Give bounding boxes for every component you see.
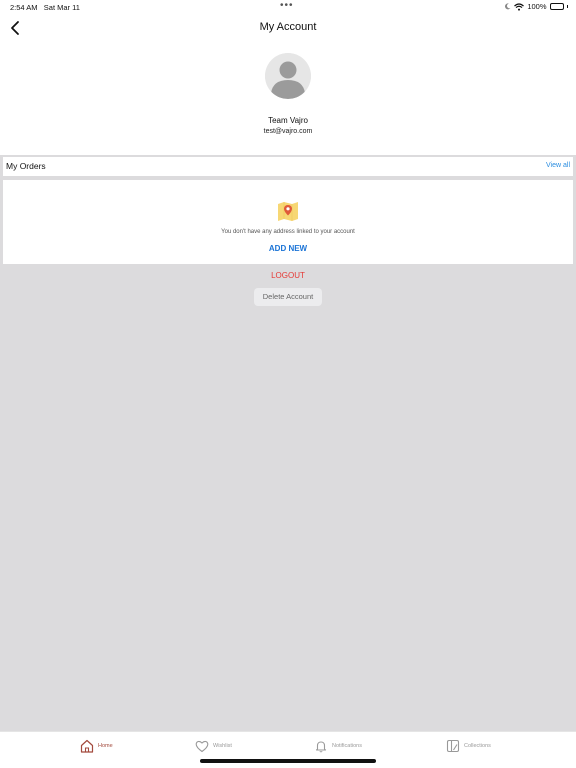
status-date: Sat Mar 11: [43, 3, 80, 12]
address-card: You don't have any address linked to you…: [3, 180, 573, 264]
avatar: [265, 53, 311, 99]
tab-wishlist[interactable]: Wishlist: [195, 739, 232, 753]
battery-percent: 100%: [527, 2, 547, 11]
user-email: test@vajro.com: [263, 128, 313, 135]
heart-icon: [195, 740, 209, 753]
no-address-message: You don't have any address linked to you…: [221, 229, 355, 235]
my-orders-title: My Orders: [6, 161, 46, 171]
user-icon: [265, 53, 311, 99]
battery-icon: [549, 3, 564, 10]
tab-label-home: Home: [98, 743, 113, 749]
bell-icon: [315, 741, 327, 753]
logout-button[interactable]: LOGOUT: [0, 271, 576, 280]
status-time: 2:54 AM Sat Mar 11: [10, 3, 80, 12]
home-indicator[interactable]: [200, 759, 376, 763]
multitask-dots[interactable]: •••: [280, 0, 294, 11]
tab-label-wishlist: Wishlist: [213, 743, 232, 749]
tab-home[interactable]: Home: [80, 739, 113, 753]
navigation-bar: My Account: [0, 14, 576, 42]
wifi-icon: [514, 2, 525, 11]
delete-account-button[interactable]: Delete Account: [254, 288, 322, 306]
page-title: My Account: [259, 21, 317, 33]
moon-icon: [505, 3, 511, 10]
view-all-link[interactable]: View all: [546, 162, 570, 169]
tab-label-collections: Collections: [464, 743, 491, 749]
tab-notifications[interactable]: Notifications: [314, 739, 362, 753]
map-pin-icon: [278, 202, 298, 221]
tab-collections[interactable]: Collections: [446, 739, 491, 753]
status-indicators: 100%: [505, 2, 568, 11]
add-new-address-button[interactable]: ADD NEW: [3, 244, 573, 253]
collections-icon: [446, 739, 460, 753]
home-icon: [80, 739, 94, 753]
status-bar: 2:54 AM Sat Mar 11 ••• 100%: [0, 0, 576, 14]
my-orders-card: My Orders View all: [3, 157, 573, 176]
tab-label-notifications: Notifications: [332, 743, 362, 749]
battery-nub: [566, 5, 568, 8]
user-name: Team Vajro: [268, 116, 308, 125]
status-clock: 2:54 AM: [10, 3, 38, 12]
